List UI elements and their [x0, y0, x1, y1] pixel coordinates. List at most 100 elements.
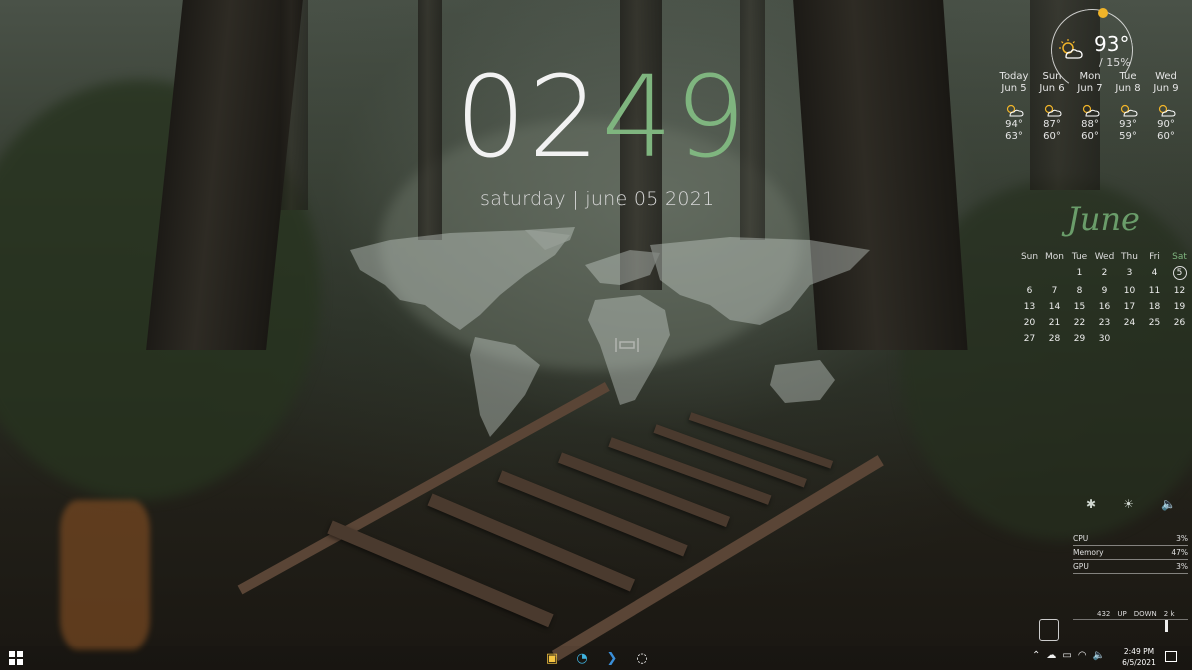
steelseries-icon[interactable]: ◌	[633, 649, 651, 667]
date-line: saturday | june 05 2021	[480, 188, 715, 210]
calendar-day: 24	[1123, 318, 1136, 328]
calendar-day: 17	[1123, 302, 1136, 312]
calendar-day: 8	[1076, 286, 1083, 296]
cpu-value: 3%	[1176, 534, 1188, 543]
calendar-day: 7	[1051, 286, 1058, 296]
sun-position-dot	[1098, 8, 1108, 18]
calendar-day: 16	[1098, 302, 1111, 312]
forecast-day: Today Jun 5 94° 63°	[995, 71, 1033, 143]
forecast-day: Tue Jun 8 93° 59°	[1109, 71, 1147, 143]
taskbar-time: 2:49 PM	[1123, 647, 1155, 656]
system-toggles: ✱ ☀ 🔈	[1086, 497, 1176, 511]
cpu-row: CPU 3%	[1073, 533, 1188, 546]
net-down-label: DOWN	[1133, 610, 1157, 618]
calendar-day: 20	[1023, 318, 1036, 328]
calendar-today: 5	[1172, 266, 1187, 280]
africa-shape	[588, 295, 670, 405]
network-activity-bar	[1165, 620, 1168, 632]
memory-value: 47%	[1171, 548, 1188, 557]
forecast-low: 59°	[1119, 131, 1137, 142]
weekday-header: Sat	[1172, 252, 1187, 262]
precipitation-chance: / 15%	[1099, 56, 1131, 69]
clock-minutes: 49	[601, 53, 749, 183]
current-temperature: 93°	[1094, 32, 1130, 56]
volume-icon[interactable]: 🔈	[1093, 650, 1105, 661]
taskbar: ▣ ◔ ❯ ◌	[0, 646, 1192, 670]
calendar-day: 21	[1048, 318, 1061, 328]
forecast-low: 60°	[1157, 131, 1175, 142]
partly-cloudy-icon	[1044, 104, 1062, 117]
north-america-shape	[350, 230, 570, 330]
cpu-label: CPU	[1073, 534, 1089, 543]
brightness-icon[interactable]: ☀	[1123, 497, 1134, 511]
memory-row: Memory 47%	[1073, 547, 1188, 560]
net-up-value: 432	[1097, 610, 1111, 618]
calendar-day: 12	[1173, 286, 1186, 296]
calendar-grid: Sun Mon Tue Wed Thu Fri Sat 1 2 3 4 5 6 7 8 9 10 11 12 13 14…	[1017, 252, 1192, 344]
file-explorer-icon[interactable]: ▣	[543, 649, 561, 667]
clock-hours: 02	[455, 53, 602, 183]
forecast-day-date: Jun 7	[1077, 83, 1103, 94]
calendar-day: 27	[1023, 334, 1036, 344]
calendar-day: 11	[1148, 286, 1161, 296]
battery-icon[interactable]: ▭	[1062, 650, 1071, 661]
partly-cloudy-icon	[1158, 104, 1176, 117]
forecast-low: 60°	[1043, 131, 1061, 142]
wifi-icon[interactable]: ◠	[1078, 650, 1087, 661]
net-down-value: 2 k	[1163, 610, 1175, 618]
calendar-day: 13	[1023, 302, 1036, 312]
forecast-low: 60°	[1081, 131, 1099, 142]
partly-cloudy-icon	[1059, 39, 1083, 59]
calendar-day	[1017, 268, 1042, 280]
forecast-days: Today Jun 5 94° 63° Sun Jun 6 87° 60° Mo…	[995, 71, 1185, 143]
calendar-day: 1	[1076, 268, 1083, 278]
weekday-header: Mon	[1045, 252, 1064, 262]
partly-cloudy-icon	[1120, 104, 1138, 117]
volume-icon[interactable]: 🔈	[1161, 497, 1176, 511]
network-labels: 432 UP DOWN 2 k	[1097, 610, 1175, 618]
calendar-month: June	[1067, 200, 1140, 238]
recycle-bin-icon[interactable]	[1039, 619, 1059, 641]
forecast-day: Sun Jun 6 87° 60°	[1033, 71, 1071, 143]
calendar-day: 30	[1098, 334, 1111, 344]
notification-center-icon[interactable]	[1165, 651, 1177, 662]
forecast-high: 90°	[1157, 119, 1175, 130]
forecast-high: 93°	[1119, 119, 1137, 130]
europe-shape	[585, 250, 660, 285]
calendar-day: 28	[1048, 334, 1061, 344]
edge-icon[interactable]: ◔	[573, 649, 591, 667]
bluetooth-icon[interactable]: ✱	[1086, 497, 1096, 511]
forecast-day-name: Wed	[1155, 71, 1177, 82]
gpu-row: GPU 3%	[1073, 561, 1188, 574]
world-map-widget	[350, 227, 870, 437]
calendar-day: 10	[1123, 286, 1136, 296]
vscode-icon[interactable]: ❯	[603, 649, 621, 667]
chevron-up-icon[interactable]: ⌃	[1032, 650, 1040, 661]
weekday-header: Thu	[1121, 252, 1138, 262]
calendar-day: 3	[1126, 268, 1133, 278]
forecast-high: 87°	[1043, 119, 1061, 130]
clock-widget: 0249	[455, 62, 748, 174]
calendar-day: 6	[1026, 286, 1033, 296]
forecast-day-date: Jun 9	[1153, 83, 1179, 94]
cloud-icon[interactable]: ☁	[1046, 650, 1056, 661]
weekday-header: Tue	[1071, 252, 1088, 262]
system-tray: ⌃ ☁ ▭ ◠ 🔈	[1032, 650, 1105, 661]
calendar-day	[1167, 334, 1192, 344]
calendar-day	[1142, 334, 1167, 344]
taskbar-apps: ▣ ◔ ❯ ◌	[543, 649, 651, 667]
south-america-shape	[470, 337, 540, 437]
calendar-day: 18	[1148, 302, 1161, 312]
taskbar-clock[interactable]: 2:49 PM 6/5/2021	[1119, 646, 1159, 668]
forecast-day: Mon Jun 7 88° 60°	[1071, 71, 1109, 143]
forecast-high: 88°	[1081, 119, 1099, 130]
start-button[interactable]	[9, 651, 23, 665]
forecast-day-name: Mon	[1079, 71, 1101, 82]
calendar-day	[1117, 334, 1142, 344]
forecast-day-date: Jun 5	[1001, 83, 1027, 94]
forecast-high: 94°	[1005, 119, 1023, 130]
partly-cloudy-icon	[1082, 104, 1100, 117]
forecast-day-name: Tue	[1119, 71, 1137, 82]
calendar-day: 25	[1148, 318, 1161, 328]
calendar-day: 15	[1073, 302, 1086, 312]
